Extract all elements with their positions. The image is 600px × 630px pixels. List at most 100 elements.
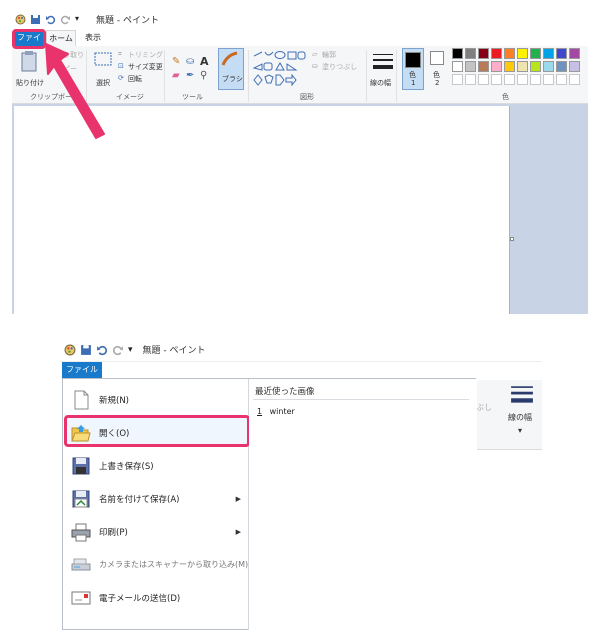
paint-window-file-menu: ▾ 無題 - ペイント ファイル ぶし 線の幅 ▾ 新規(N) 開く(O) 上書… (60, 338, 542, 630)
magnifier-icon[interactable]: ⚲ (200, 70, 207, 81)
new-file-icon (74, 390, 89, 409)
palette-swatch[interactable] (543, 61, 554, 72)
undo-icon[interactable] (45, 14, 56, 25)
menu-item-from-scanner-label: カメラまたはスキャナーから取り込み(M) (99, 560, 249, 569)
palette-swatch[interactable] (530, 74, 541, 85)
palette-swatch[interactable] (556, 74, 567, 85)
menu-item-print[interactable]: 印刷(P) ▶ (63, 515, 249, 548)
submenu-arrow-icon: ▶ (235, 494, 241, 503)
menu-item-new[interactable]: 新規(N) (63, 383, 249, 416)
color1-number: 1 (411, 79, 416, 87)
palette-swatch[interactable] (478, 74, 489, 85)
fill-bucket-icon[interactable]: ⛀ (186, 56, 194, 67)
palette-swatch[interactable] (569, 48, 580, 59)
palette-swatch[interactable] (491, 48, 502, 59)
palette-swatch[interactable] (504, 48, 515, 59)
ribbon-separator (164, 50, 165, 102)
fill-label[interactable]: 塗りつぶし (322, 62, 357, 72)
text-tool-icon[interactable]: A (200, 55, 209, 68)
brush-icon (221, 51, 238, 66)
paint-app-icon[interactable] (15, 14, 26, 25)
color1-swatch (405, 52, 421, 68)
palette-swatch[interactable] (452, 48, 463, 59)
save-as-icon (72, 490, 90, 507)
ribbon-separator (396, 50, 397, 102)
rotate-label[interactable]: 回転 (128, 74, 142, 84)
redo-icon[interactable] (112, 344, 124, 356)
palette-swatch[interactable] (569, 74, 580, 85)
palette-swatch[interactable] (491, 74, 502, 85)
outline-label[interactable]: 輪郭 (322, 50, 336, 60)
save-icon[interactable] (30, 14, 41, 25)
palette-swatch[interactable] (543, 74, 554, 85)
group-label-colors: 色 (502, 93, 509, 101)
menu-item-send-email[interactable]: 電子メールの送信(D) (63, 581, 249, 614)
group-label-tools: ツール (182, 93, 203, 101)
group-label-shapes: 図形 (300, 93, 314, 101)
palette-swatch[interactable] (569, 61, 580, 72)
line-width-dropdown-icon[interactable]: ▾ (518, 426, 522, 435)
menu-item-from-scanner[interactable]: カメラまたはスキャナーから取り込み(M) (63, 548, 249, 581)
palette-swatch[interactable] (530, 61, 541, 72)
palette-swatch[interactable] (517, 48, 528, 59)
palette-swatch[interactable] (530, 48, 541, 59)
pencil-icon[interactable]: ✎ (172, 56, 180, 67)
paste-icon[interactable] (20, 50, 38, 72)
palette-swatch[interactable] (543, 48, 554, 59)
palette-swatch[interactable] (478, 48, 489, 59)
brushes-label[interactable]: ブラシ (222, 74, 243, 84)
window-title: 無題 - ペイント (142, 346, 206, 356)
pointer-arrow-icon (45, 43, 105, 139)
redo-icon[interactable] (60, 14, 71, 25)
submenu-arrow-icon: ▶ (235, 527, 241, 536)
fill-label-partial[interactable]: ぶし (476, 402, 492, 413)
line-width-label[interactable]: 線の幅 (508, 412, 532, 423)
color2-swatch[interactable] (430, 51, 444, 65)
line-width-icon[interactable] (372, 52, 394, 72)
line-width-icon[interactable] (510, 384, 534, 406)
color-picker-icon[interactable]: ✒ (186, 70, 194, 81)
crop-icon[interactable]: ⌗ (118, 50, 122, 59)
palette-swatch[interactable] (517, 74, 528, 85)
canvas-resize-handle[interactable] (510, 237, 514, 241)
menu-item-save-as[interactable]: 名前を付けて保存(A) ▶ (63, 482, 249, 515)
drawing-canvas[interactable] (476, 450, 542, 630)
palette-swatch[interactable] (478, 61, 489, 72)
paste-label[interactable]: 貼り付け (16, 78, 44, 88)
eraser-icon[interactable]: ▰ (172, 70, 180, 81)
crop-label[interactable]: トリミング (128, 50, 163, 60)
palette-swatch[interactable] (491, 61, 502, 72)
palette-swatch[interactable] (504, 74, 515, 85)
palette-swatch[interactable] (465, 48, 476, 59)
paint-app-icon[interactable] (64, 344, 76, 356)
menu-item-save[interactable]: 上書き保存(S) (63, 449, 249, 482)
file-menu-commands: 新規(N) 開く(O) 上書き保存(S) 名前を付けて保存(A) ▶ 印刷(P)… (63, 379, 250, 630)
group-label-image: イメージ (116, 93, 144, 101)
line-width-label[interactable]: 線の幅 (370, 78, 391, 88)
fill-icon[interactable]: ⛀ (312, 62, 318, 70)
menu-item-save-label: 上書き保存(S) (99, 461, 154, 472)
undo-icon[interactable] (96, 344, 108, 356)
resize-label[interactable]: サイズ変更 (128, 62, 163, 72)
recent-pictures-heading: 最近使った画像 (255, 387, 315, 397)
menu-item-open[interactable]: 開く(O) (63, 416, 249, 449)
palette-swatch[interactable] (504, 61, 515, 72)
recent-item-name: winter (269, 407, 295, 416)
recent-item[interactable]: 1 winter (257, 407, 295, 416)
shapes-gallery[interactable] (252, 50, 306, 88)
rotate-icon[interactable]: ⟳ (118, 74, 124, 82)
palette-swatch[interactable] (556, 61, 567, 72)
customize-qat-icon[interactable]: ▾ (128, 345, 133, 355)
palette-swatch[interactable] (452, 74, 463, 85)
customize-qat-icon[interactable]: ▾ (75, 14, 86, 25)
tab-file[interactable]: ファイル (62, 362, 102, 378)
resize-icon[interactable]: ⊡ (118, 62, 124, 70)
palette-swatch[interactable] (452, 61, 463, 72)
palette-swatch[interactable] (465, 61, 476, 72)
palette-swatch[interactable] (465, 74, 476, 85)
palette-swatch[interactable] (556, 48, 567, 59)
printer-icon (71, 523, 91, 541)
palette-swatch[interactable] (517, 61, 528, 72)
save-icon[interactable] (80, 344, 92, 356)
outline-icon[interactable]: ▱ (312, 50, 317, 58)
